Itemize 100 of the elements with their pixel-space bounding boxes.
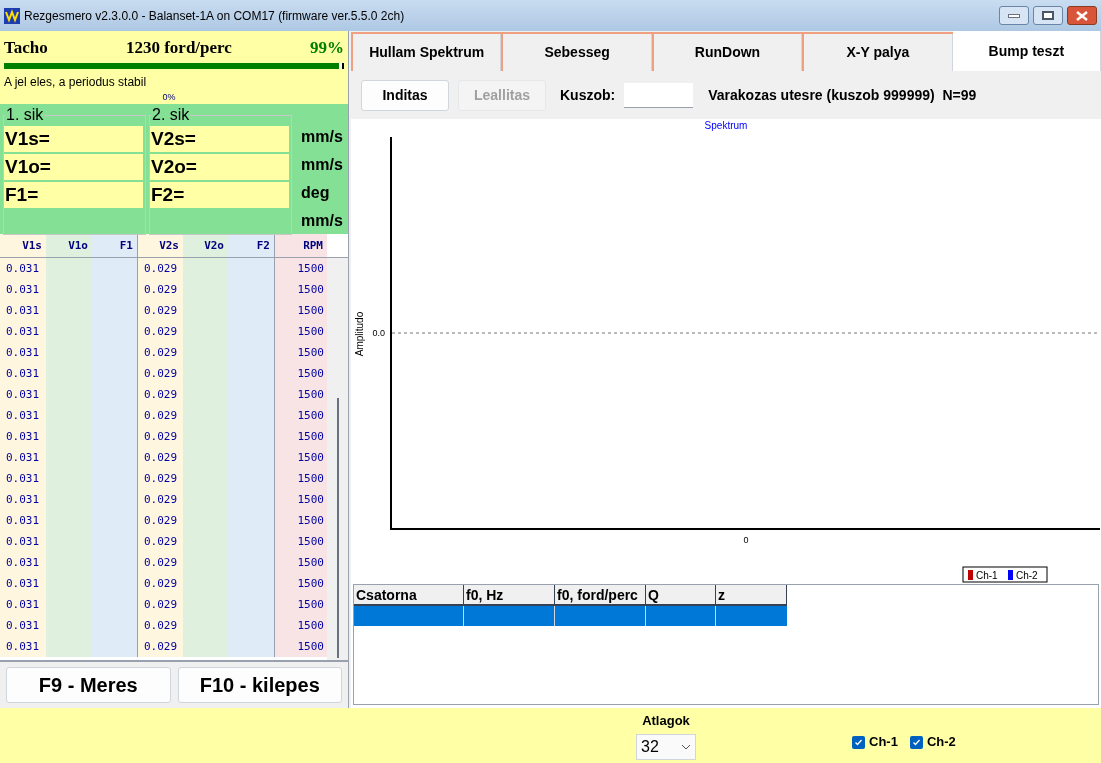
column-header: F2 xyxy=(228,234,275,257)
table-cell: 0.029 xyxy=(138,552,183,573)
table-cell: 0.031 xyxy=(0,552,46,573)
table-cell: 0.029 xyxy=(138,384,183,405)
table-cell: 0.029 xyxy=(138,468,183,489)
column-header: f0, Hz xyxy=(464,585,555,606)
table-cell: 0.031 xyxy=(0,531,46,552)
table-cell: 0.031 xyxy=(0,300,46,321)
unit-label: mm/s xyxy=(301,127,343,147)
measurement-field: F2= xyxy=(150,182,289,208)
function-button[interactable]: F10 - kilepes xyxy=(177,667,342,703)
table-cell: 0.031 xyxy=(0,636,46,657)
app-logo-icon xyxy=(4,7,20,24)
table-cell: 0.029 xyxy=(138,636,183,657)
table-cell: 1500 xyxy=(275,279,327,300)
tab[interactable]: Sebesseg xyxy=(501,34,652,71)
chevron-down-icon xyxy=(681,743,691,750)
table-cell: 1500 xyxy=(275,468,327,489)
tacho-label: Tacho xyxy=(4,37,48,59)
threshold-input[interactable] xyxy=(624,82,694,108)
table-cell xyxy=(46,258,92,279)
table-cell: 1500 xyxy=(275,531,327,552)
tab[interactable]: X-Y palya xyxy=(802,34,953,71)
column-header: V1s xyxy=(0,234,46,257)
table-cell xyxy=(228,636,275,657)
table-cell: 0.031 xyxy=(0,384,46,405)
table-cell: 1500 xyxy=(275,384,327,405)
measurement-field: V1o= xyxy=(4,154,143,180)
table-cell: 0.031 xyxy=(0,258,46,279)
table-cell: 0.029 xyxy=(138,405,183,426)
table-cell: 0.031 xyxy=(0,405,46,426)
table-cell: 0.031 xyxy=(0,447,46,468)
table-cell: 0.029 xyxy=(138,342,183,363)
y-tick-label: 0.0 xyxy=(372,328,385,338)
table-cell: 0.029 xyxy=(138,615,183,636)
minimize-button[interactable] xyxy=(999,6,1029,25)
table-cell: 0.029 xyxy=(138,489,183,510)
averages-label: Atlagok xyxy=(642,712,690,730)
chart-title: Spektrum xyxy=(704,120,748,131)
chart-legend: Ch-1 Ch-2 xyxy=(962,566,1048,583)
y-axis-label: Amplitudo xyxy=(354,311,365,357)
table-cell: 1500 xyxy=(275,342,327,363)
column-header: f0, ford/perc xyxy=(555,585,646,606)
unit-label: mm/s xyxy=(301,211,343,231)
table-cell xyxy=(92,636,138,657)
column-header: V1o xyxy=(46,234,92,257)
column-header: Csatorna xyxy=(354,585,464,606)
signal-percent: 99% xyxy=(310,37,344,59)
checkmark-icon xyxy=(911,737,921,747)
table-cell: 0.029 xyxy=(138,447,183,468)
checkmark-icon xyxy=(854,737,863,747)
table-cell: 0.031 xyxy=(0,363,46,384)
table-cell: 1500 xyxy=(275,552,327,573)
column-header: z xyxy=(716,585,787,606)
tab[interactable]: Bump teszt xyxy=(952,31,1101,71)
tab[interactable]: Hullam Spektrum xyxy=(351,34,502,71)
table-cell: 0.031 xyxy=(0,426,46,447)
table-cell: 0.031 xyxy=(0,594,46,615)
toolbar-button[interactable]: Inditas xyxy=(361,79,449,111)
function-button[interactable]: F9 - Meres xyxy=(6,667,171,703)
measurement-field: V2s= xyxy=(150,126,289,152)
table-cell: 0.029 xyxy=(138,300,183,321)
table-cell: 1500 xyxy=(275,573,327,594)
column-header: Q xyxy=(646,585,716,606)
table-cell: 0.031 xyxy=(0,279,46,300)
measurement-field: V1s= xyxy=(4,126,143,152)
table-cell: 0.031 xyxy=(0,573,46,594)
threshold-label: Kuszob: xyxy=(560,85,616,105)
table-cell: 0.029 xyxy=(138,279,183,300)
channel-checkbox[interactable]: Ch-1 xyxy=(852,733,898,751)
x-tick-label: 0 xyxy=(743,535,749,545)
averages-dropdown[interactable]: 32 xyxy=(636,733,696,760)
tab[interactable]: RunDown xyxy=(651,34,803,71)
table-cell: 0.031 xyxy=(0,615,46,636)
table-cell xyxy=(183,258,228,279)
table-cell: 0.029 xyxy=(138,510,183,531)
column-header: RPM xyxy=(275,234,327,257)
column-header: V2s xyxy=(138,234,183,257)
measurement-field: V2o= xyxy=(150,154,289,180)
column-header: F1 xyxy=(92,234,138,257)
table-cell: 0.029 xyxy=(138,531,183,552)
table-cell: 0.031 xyxy=(0,342,46,363)
unit-label: deg xyxy=(301,183,331,203)
channel-checkbox[interactable]: Ch-2 xyxy=(909,733,956,751)
close-icon xyxy=(1076,10,1088,21)
scrollbar[interactable] xyxy=(327,258,348,660)
table-cell: 1500 xyxy=(275,594,327,615)
table-cell: 1500 xyxy=(275,426,327,447)
table-cell xyxy=(46,636,92,657)
measurement-field: F1= xyxy=(4,182,143,208)
table-cell: 1500 xyxy=(275,405,327,426)
table-cell: 1500 xyxy=(275,489,327,510)
table-cell: 0.031 xyxy=(0,510,46,531)
progress-text: 0% xyxy=(162,90,176,104)
maximize-button[interactable] xyxy=(1033,6,1063,25)
table-cell xyxy=(183,636,228,657)
close-button[interactable] xyxy=(1067,6,1097,25)
table-cell: 0.029 xyxy=(138,363,183,384)
window-title: Rezgesmero v2.3.0.0 - Balanset-1A on COM17 (firmware ver.5.5.0 2ch) xyxy=(24,7,405,25)
table-cell: 0.031 xyxy=(0,468,46,489)
